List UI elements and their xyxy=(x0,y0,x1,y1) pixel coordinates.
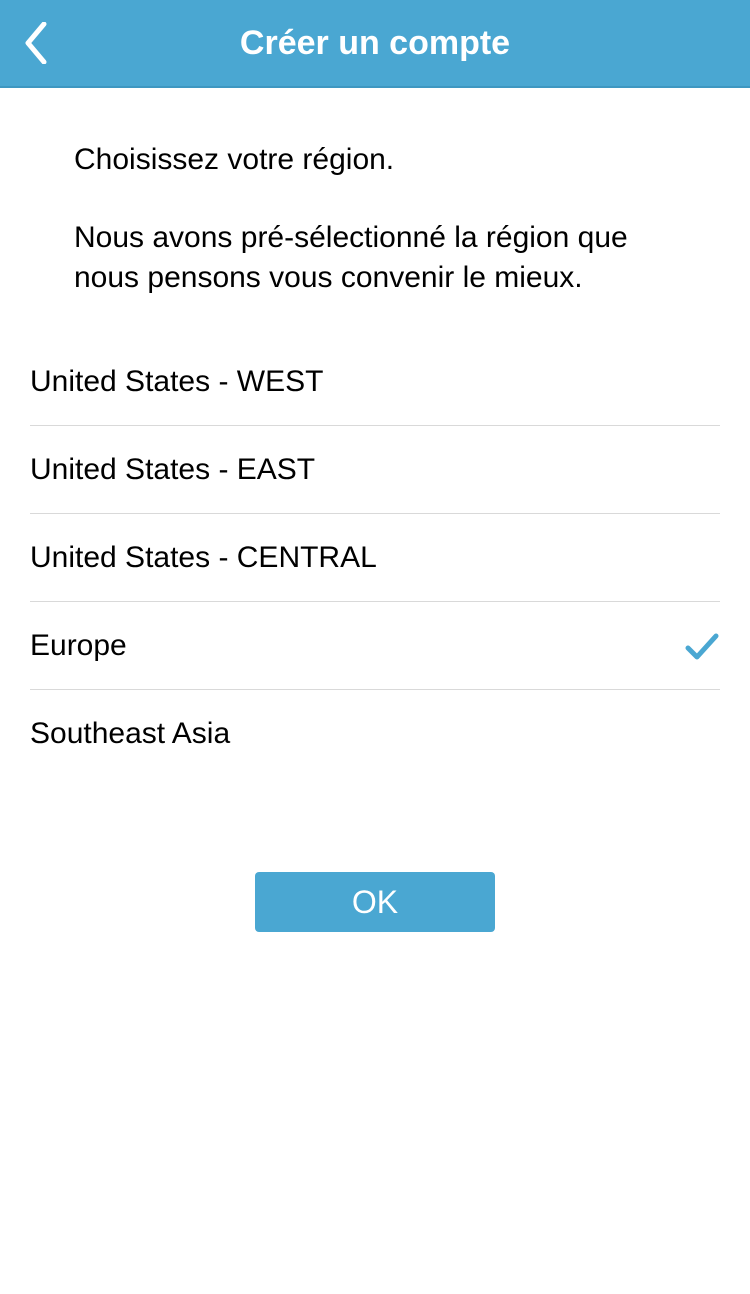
intro-line-1: Choisissez votre région. xyxy=(74,140,676,180)
intro-line-2: Nous avons pré-sélectionné la région que… xyxy=(74,218,676,298)
region-list: United States - WEST United States - EAS… xyxy=(0,338,750,778)
page-title: Créer un compte xyxy=(240,24,510,63)
region-label: United States - CENTRAL xyxy=(30,541,377,575)
region-item-europe[interactable]: Europe xyxy=(30,602,720,690)
check-icon xyxy=(684,628,720,664)
header: Créer un compte xyxy=(0,0,750,88)
region-item-southeast-asia[interactable]: Southeast Asia xyxy=(30,690,720,778)
region-label: United States - WEST xyxy=(30,365,323,399)
intro-section: Choisissez votre région. Nous avons pré-… xyxy=(0,88,750,338)
region-label: Southeast Asia xyxy=(30,717,230,751)
region-label: Europe xyxy=(30,629,127,663)
footer: OK xyxy=(0,872,750,932)
ok-button[interactable]: OK xyxy=(255,872,495,932)
region-item-us-west[interactable]: United States - WEST xyxy=(30,338,720,426)
back-button[interactable] xyxy=(12,13,60,73)
region-label: United States - EAST xyxy=(30,453,315,487)
region-item-us-east[interactable]: United States - EAST xyxy=(30,426,720,514)
chevron-left-icon xyxy=(24,22,48,64)
region-item-us-central[interactable]: United States - CENTRAL xyxy=(30,514,720,602)
